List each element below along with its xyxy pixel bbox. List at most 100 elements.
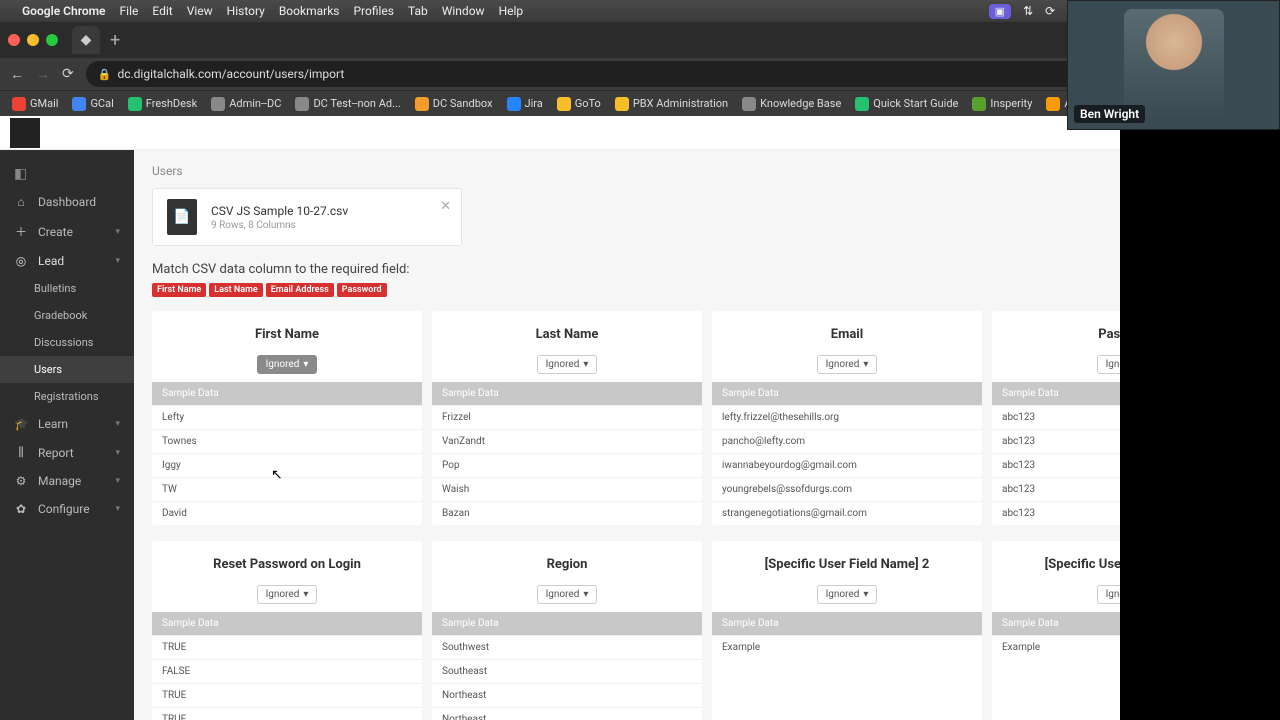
sidebar-item-bulletins[interactable]: Bulletins bbox=[0, 275, 134, 302]
breadcrumb[interactable]: Users bbox=[152, 164, 1262, 178]
sample-row: Bazan bbox=[432, 501, 702, 525]
menu-file[interactable]: File bbox=[120, 4, 139, 18]
bookmark-item[interactable]: Jira bbox=[507, 97, 543, 111]
column-mapping-dropdown[interactable]: Ignored ▾ bbox=[537, 585, 598, 604]
dropdown-label: Ignored bbox=[266, 589, 300, 600]
bookmark-label: DC Sandbox bbox=[433, 97, 493, 110]
dropdown-label: Ignored bbox=[826, 359, 860, 370]
sample-data-header: Sample Data bbox=[152, 612, 422, 635]
sidebar-item-label: Create bbox=[38, 225, 73, 239]
screen-record-indicator[interactable]: ▣ bbox=[989, 4, 1011, 19]
sidebar-item-manage[interactable]: ⚙Manage▾ bbox=[0, 467, 134, 495]
sample-row: FALSE bbox=[152, 659, 422, 683]
menu-edit[interactable]: Edit bbox=[152, 4, 172, 18]
menu-window[interactable]: Window bbox=[442, 4, 485, 18]
bookmark-label: GMail bbox=[30, 97, 58, 110]
address-bar[interactable]: 🔒 dc.digitalchalk.com/account/users/impo… bbox=[86, 61, 1218, 87]
bookmark-item[interactable]: DC Test--non Ad... bbox=[295, 97, 400, 111]
sidebar-item-label: Configure bbox=[38, 502, 90, 516]
sidebar-item-create[interactable]: ＋Create▾ bbox=[0, 216, 134, 247]
menu-bookmarks[interactable]: Bookmarks bbox=[279, 4, 340, 18]
sample-row: Townes bbox=[152, 429, 422, 453]
sidebar-nav: ◧⌂Dashboard＋Create▾◎Lead▾BulletinsGradeb… bbox=[0, 150, 134, 720]
column-mapping-dropdown[interactable]: Ignored ▾ bbox=[537, 355, 598, 374]
browser-tab[interactable]: ◆ bbox=[72, 26, 100, 54]
bookmark-icon bbox=[557, 97, 571, 111]
menu-profiles[interactable]: Profiles bbox=[353, 4, 394, 18]
close-window-button[interactable] bbox=[8, 34, 20, 46]
brand-logo[interactable] bbox=[10, 118, 40, 148]
menu-tab[interactable]: Tab bbox=[408, 4, 428, 18]
menu-view[interactable]: View bbox=[187, 4, 213, 18]
sample-data-header: Sample Data bbox=[432, 382, 702, 405]
chevron-down-icon: ▾ bbox=[115, 476, 120, 486]
file-name: CSV JS Sample 10-27.csv bbox=[211, 204, 348, 218]
sample-row: Pop bbox=[432, 453, 702, 477]
sidebar-item-report[interactable]: ⫼Report▾ bbox=[0, 438, 134, 467]
sidebar-item-users[interactable]: Users bbox=[0, 356, 134, 383]
back-button[interactable]: ← bbox=[10, 66, 24, 83]
chevron-down-icon: ▾ bbox=[303, 359, 308, 370]
bookmark-item[interactable]: Knowledge Base bbox=[742, 97, 841, 111]
sidebar-collapse-icon[interactable]: ◧ bbox=[0, 160, 134, 188]
column-mapping-dropdown[interactable]: Ignored ▾ bbox=[817, 355, 878, 374]
bookmark-item[interactable]: GoTo bbox=[557, 97, 601, 111]
sidebar-item-discussions[interactable]: Discussions bbox=[0, 329, 134, 356]
sample-row: iwannabeyourdog@gmail.com bbox=[712, 453, 982, 477]
minimize-window-button[interactable] bbox=[27, 34, 39, 46]
sidebar-item-label: Learn bbox=[38, 417, 68, 431]
column-mapping-dropdown[interactable]: Ignored ▾ bbox=[257, 585, 318, 604]
required-tag: Email Address bbox=[266, 283, 334, 297]
sidebar-item-learn[interactable]: 🎓Learn▾ bbox=[0, 410, 134, 438]
sync-icon[interactable]: ⟳ bbox=[1045, 4, 1055, 18]
bookmark-label: Jira bbox=[525, 97, 543, 110]
required-tag: First Name bbox=[152, 283, 206, 297]
screen-mask bbox=[1120, 130, 1280, 720]
bookmark-label: GCal bbox=[90, 97, 113, 110]
bookmark-icon bbox=[415, 97, 429, 111]
bookmark-item[interactable]: DC Sandbox bbox=[415, 97, 493, 111]
bookmark-item[interactable]: FreshDesk bbox=[128, 97, 197, 111]
sidebar-item-label: Lead bbox=[38, 254, 64, 268]
column-mapping-dropdown[interactable]: Ignored ▾ bbox=[257, 355, 318, 374]
sample-row: pancho@lefty.com bbox=[712, 429, 982, 453]
bookmark-item[interactable]: PBX Administration bbox=[615, 97, 728, 111]
bookmark-icon bbox=[295, 97, 309, 111]
column-card: Reset Password on Login Ignored ▾ Sample D… bbox=[152, 541, 422, 720]
sidebar-item-icon: ⫼ bbox=[14, 445, 28, 460]
bookmark-label: Quick Start Guide bbox=[873, 97, 958, 110]
sidebar-item-gradebook[interactable]: Gradebook bbox=[0, 302, 134, 329]
bookmark-icon bbox=[615, 97, 629, 111]
sample-row: Iggy bbox=[152, 453, 422, 477]
app-name[interactable]: Google Chrome bbox=[22, 4, 106, 18]
bookmark-item[interactable]: GCal bbox=[72, 97, 113, 111]
column-mapping-dropdown[interactable]: Ignored ▾ bbox=[817, 585, 878, 604]
menu-help[interactable]: Help bbox=[499, 4, 524, 18]
forward-button[interactable]: → bbox=[36, 66, 50, 83]
quickconnect-icon[interactable]: ⇅ bbox=[1023, 4, 1033, 18]
remove-file-button[interactable]: ✕ bbox=[440, 199, 451, 214]
required-tag: Password bbox=[337, 283, 387, 297]
sample-row: TRUE bbox=[152, 707, 422, 720]
column-title: Reset Password on Login bbox=[160, 557, 414, 572]
chevron-down-icon: ▾ bbox=[583, 589, 588, 600]
bookmark-item[interactable]: Admin--DC bbox=[211, 97, 281, 111]
column-title: Last Name bbox=[440, 327, 694, 342]
maximize-window-button[interactable] bbox=[46, 34, 58, 46]
sidebar-item-dashboard[interactable]: ⌂Dashboard bbox=[0, 188, 134, 216]
reload-button[interactable]: ⟳ bbox=[62, 66, 74, 82]
menu-history[interactable]: History bbox=[227, 4, 265, 18]
sample-row: Southeast bbox=[432, 659, 702, 683]
sidebar-item-registrations[interactable]: Registrations bbox=[0, 383, 134, 410]
sidebar-item-lead[interactable]: ◎Lead▾ bbox=[0, 247, 134, 275]
column-card: First NameIgnored ▾Sample DataLeftyTowne… bbox=[152, 311, 422, 525]
chevron-down-icon: ▾ bbox=[863, 359, 868, 370]
bookmark-item[interactable]: GMail bbox=[12, 97, 58, 111]
sample-data-header: Sample Data bbox=[432, 612, 702, 635]
url-text: dc.digitalchalk.com/account/users/import bbox=[117, 67, 344, 81]
bookmark-item[interactable]: Insperity bbox=[972, 97, 1032, 111]
new-tab-button[interactable]: + bbox=[110, 30, 120, 51]
sidebar-item-configure[interactable]: ✿Configure▾ bbox=[0, 495, 134, 523]
sidebar-item-label: Manage bbox=[38, 474, 81, 488]
bookmark-item[interactable]: Quick Start Guide bbox=[855, 97, 958, 111]
